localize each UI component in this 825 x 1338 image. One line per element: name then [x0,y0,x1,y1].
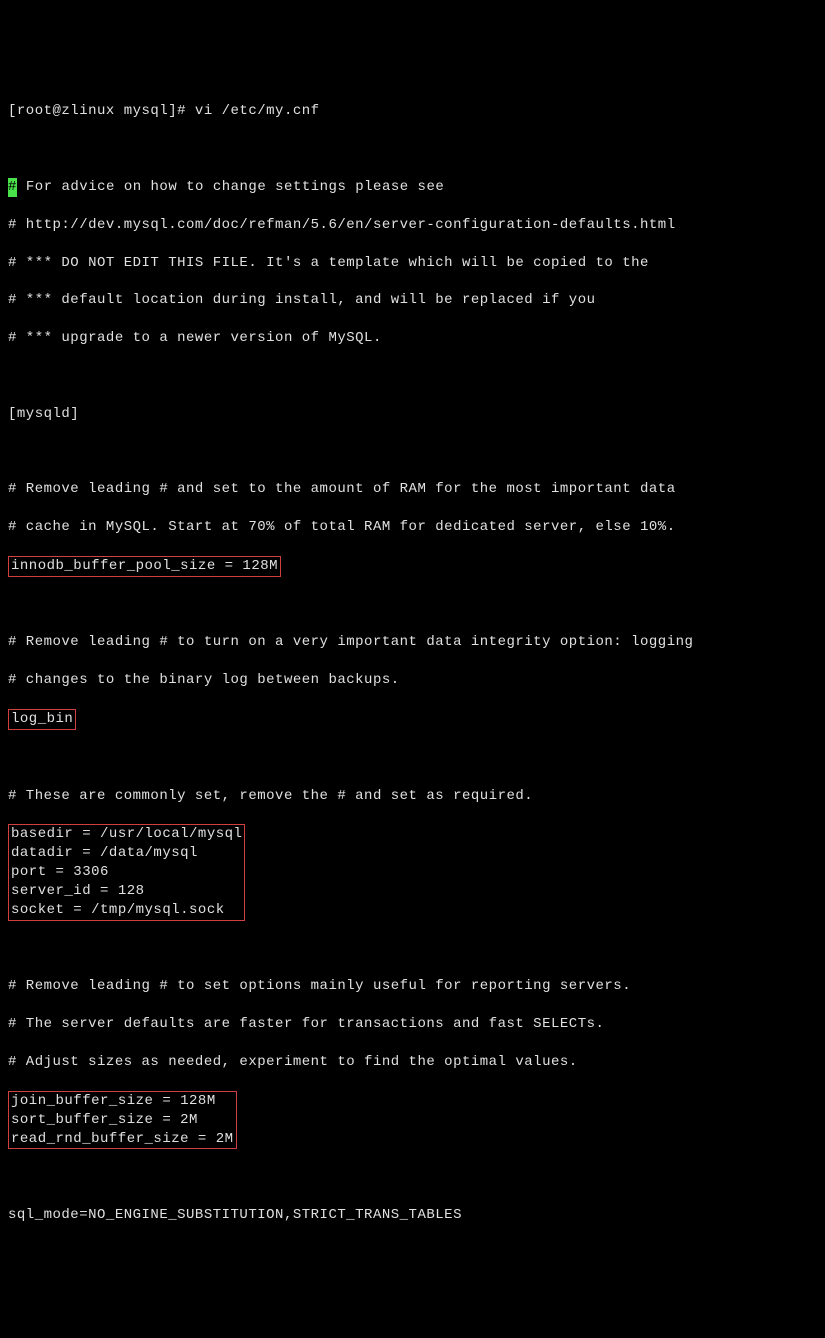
highlighted-section: basedir = /usr/local/mysql datadir = /da… [8,824,817,920]
blank-line [8,596,817,615]
config-setting[interactable]: log_bin [11,711,73,727]
config-line[interactable]: # http://dev.mysql.com/doc/refman/5.6/en… [8,216,817,235]
blank-line [8,1168,817,1187]
config-line[interactable]: # *** DO NOT EDIT THIS FILE. It's a temp… [8,254,817,273]
config-setting[interactable]: datadir = /data/mysql [11,845,198,861]
config-setting[interactable]: join_buffer_size = 128M [11,1093,216,1109]
highlighted-section: log_bin [8,709,817,730]
comment-text: For advice on how to change settings ple… [17,179,444,195]
prompt-text: [root@zlinux mysql]# vi /etc/my.cnf [8,103,320,119]
section-header[interactable]: [mysqld] [8,405,817,424]
config-setting[interactable]: basedir = /usr/local/mysql [11,826,242,842]
config-setting[interactable]: socket = /tmp/mysql.sock [11,902,225,918]
blank-line [8,940,817,959]
config-setting[interactable]: innodb_buffer_pool_size = 128M [11,558,278,574]
config-setting[interactable]: sort_buffer_size = 2M [11,1112,198,1128]
blank-line [8,442,817,461]
shell-prompt: [root@zlinux mysql]# vi /etc/my.cnf [8,102,817,121]
highlighted-section: innodb_buffer_pool_size = 128M [8,556,817,577]
highlight-box-paths: basedir = /usr/local/mysql datadir = /da… [8,824,245,920]
config-line[interactable]: # For advice on how to change settings p… [8,178,817,197]
blank-line [8,140,817,159]
config-setting[interactable]: server_id = 128 [11,883,145,899]
config-line[interactable]: # The server defaults are faster for tra… [8,1015,817,1034]
config-line[interactable]: # Adjust sizes as needed, experiment to … [8,1053,817,1072]
config-line[interactable]: # *** default location during install, a… [8,291,817,310]
blank-line [8,749,817,768]
config-line[interactable]: # changes to the binary log between back… [8,671,817,690]
terminal-output: [root@zlinux mysql]# vi /etc/my.cnf # Fo… [8,84,817,1244]
config-line[interactable]: # *** upgrade to a newer version of MySQ… [8,329,817,348]
blank-line [8,367,817,386]
highlighted-section: join_buffer_size = 128M sort_buffer_size… [8,1091,817,1150]
config-line[interactable]: # Remove leading # to turn on a very imp… [8,633,817,652]
config-line[interactable]: # Remove leading # and set to the amount… [8,480,817,499]
cursor-icon: # [8,178,17,197]
highlight-box-logbin: log_bin [8,709,76,730]
config-setting[interactable]: read_rnd_buffer_size = 2M [11,1131,234,1147]
config-line[interactable]: # Remove leading # to set options mainly… [8,977,817,996]
config-setting[interactable]: port = 3306 [11,864,109,880]
config-line[interactable]: # cache in MySQL. Start at 70% of total … [8,518,817,537]
config-line[interactable]: # These are commonly set, remove the # a… [8,787,817,806]
config-line[interactable]: sql_mode=NO_ENGINE_SUBSTITUTION,STRICT_T… [8,1206,817,1225]
highlight-box-buffers: join_buffer_size = 128M sort_buffer_size… [8,1091,237,1150]
highlight-box-innodb: innodb_buffer_pool_size = 128M [8,556,281,577]
